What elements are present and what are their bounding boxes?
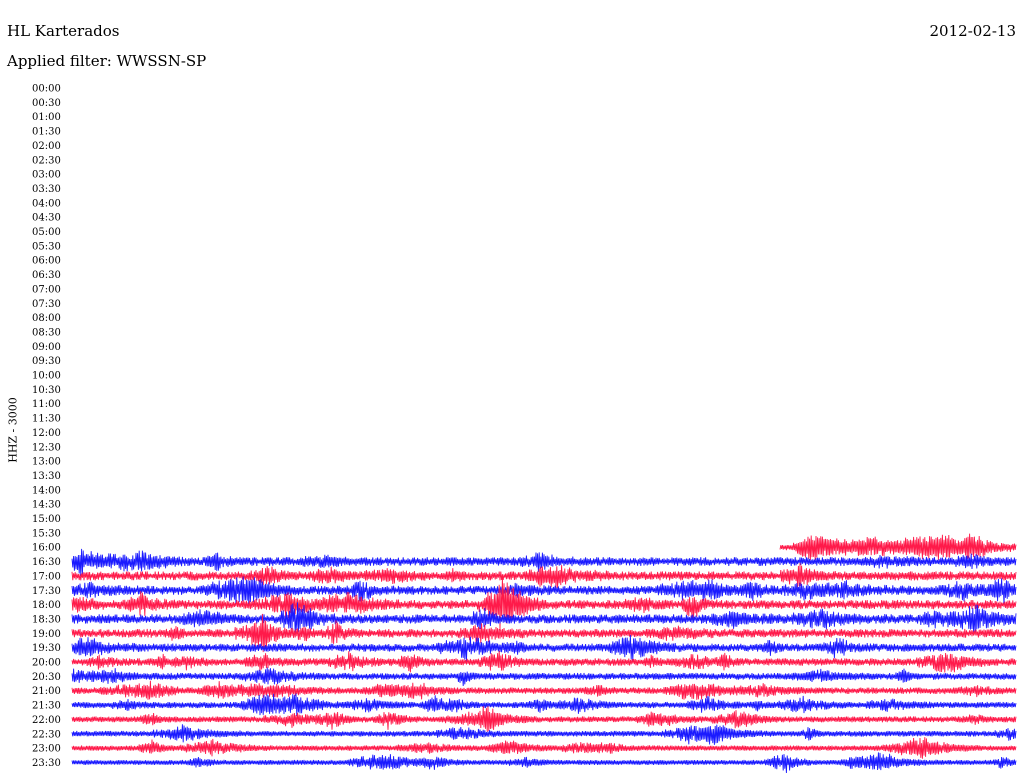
y-tick-label: 08:00 xyxy=(32,313,61,324)
y-tick-label: 09:00 xyxy=(32,342,61,353)
y-tick-label: 16:00 xyxy=(32,543,61,554)
y-tick-label: 05:00 xyxy=(32,227,61,238)
y-tick-label: 10:00 xyxy=(32,371,61,382)
y-tick-label: 21:00 xyxy=(32,686,61,697)
y-tick-label: 18:30 xyxy=(32,614,61,625)
y-tick-label: 10:30 xyxy=(32,385,61,396)
trace-row xyxy=(71,680,1017,700)
y-tick-label: 06:30 xyxy=(32,270,61,281)
y-tick-label: 17:00 xyxy=(32,571,61,582)
y-tick-label: 12:30 xyxy=(32,442,61,453)
y-tick-label: 03:30 xyxy=(32,184,61,195)
y-tick-label: 19:00 xyxy=(32,629,61,640)
y-tick-label: 08:30 xyxy=(32,327,61,338)
y-tick-label: 06:00 xyxy=(32,256,61,267)
y-tick-label: 19:30 xyxy=(32,643,61,654)
y-tick-label: 05:30 xyxy=(32,241,61,252)
helicorder-plot: 00:00 00:30 01:00 01:30 02:00 02:30 03:00 03:30… xyxy=(32,84,1017,774)
y-tick-label: 00:30 xyxy=(32,98,61,109)
trace-row xyxy=(71,667,1017,687)
y-tick-label: 01:00 xyxy=(32,112,61,123)
y-tick-label: 07:30 xyxy=(32,299,61,310)
trace-row xyxy=(71,724,1017,745)
y-tick-label: 13:30 xyxy=(32,471,61,482)
y-tick-label: 15:30 xyxy=(32,528,61,539)
y-tick-label: 16:30 xyxy=(32,557,61,568)
y-tick-label: 03:00 xyxy=(32,170,61,181)
y-tick-label: 20:00 xyxy=(32,658,61,669)
trace-row xyxy=(71,737,1017,759)
y-tick-label: 17:30 xyxy=(32,586,61,597)
y-tick-label: 14:30 xyxy=(32,500,61,511)
y-tick-label: 14:00 xyxy=(32,485,61,496)
trace-row xyxy=(71,650,1017,673)
y-tick-label: 07:00 xyxy=(32,284,61,295)
y-tick-label: 13:00 xyxy=(32,457,61,468)
y-tick-label: 23:00 xyxy=(32,744,61,755)
y-tick-label: 00:00 xyxy=(32,84,61,95)
y-tick-label: 09:30 xyxy=(32,356,61,367)
y-tick-label: 04:30 xyxy=(32,213,61,224)
y-tick-label: 15:00 xyxy=(32,514,61,525)
trace-row xyxy=(71,705,1017,732)
y-tick-label: 11:30 xyxy=(32,414,61,425)
y-tick-label: 23:30 xyxy=(32,758,61,769)
y-tick-label: 22:30 xyxy=(32,729,61,740)
trace-row xyxy=(71,752,1017,774)
y-tick-label: 20:30 xyxy=(32,672,61,683)
y-tick-label: 02:00 xyxy=(32,141,61,152)
y-tick-label: 12:00 xyxy=(32,428,61,439)
y-tick-label: 21:30 xyxy=(32,701,61,712)
y-tick-label: 11:00 xyxy=(32,399,61,410)
y-tick-label: 02:30 xyxy=(32,155,61,166)
y-tick-label: 18:00 xyxy=(32,600,61,611)
y-tick-label: 01:30 xyxy=(32,127,61,138)
y-tick-label: 04:00 xyxy=(32,198,61,209)
trace-row xyxy=(71,634,1017,662)
y-tick-label: 22:00 xyxy=(32,715,61,726)
